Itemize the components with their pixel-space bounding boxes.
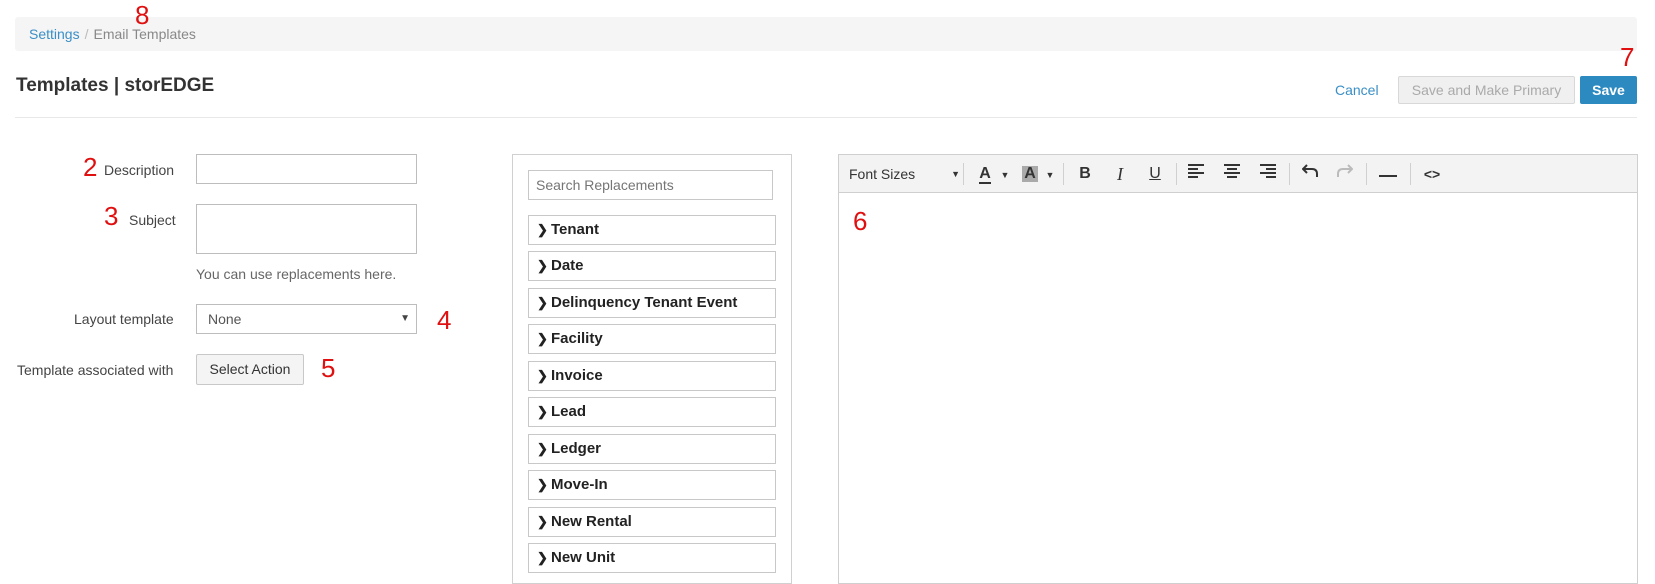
description-input[interactable] [196, 154, 417, 184]
replacement-item-delinquency-tenant-event[interactable]: ❯ Delinquency Tenant Event [528, 288, 776, 318]
bold-icon[interactable]: B [1070, 155, 1100, 193]
replacement-item-label: Facility [551, 330, 603, 347]
select-action-button[interactable]: Select Action [196, 354, 304, 385]
replacement-item-label: Lead [551, 403, 587, 420]
editor-toolbar: Font Sizes ▼ A ▼ A ▼ B I U <> [839, 155, 1637, 193]
replacement-item-ledger[interactable]: ❯ Ledger [528, 434, 776, 464]
undo-icon[interactable] [1295, 155, 1325, 193]
horizontal-rule-icon[interactable] [1372, 155, 1404, 193]
editor-content-area[interactable] [839, 194, 1637, 584]
toolbar-divider [1176, 163, 1177, 185]
align-center-icon[interactable] [1217, 155, 1247, 193]
chevron-right-icon: ❯ [537, 550, 548, 565]
annotation-5: 5 [321, 353, 336, 383]
subject-help-text: You can use replacements here. [196, 266, 397, 282]
save-button[interactable]: Save [1580, 76, 1637, 104]
replacement-item-new-rental[interactable]: ❯ New Rental [528, 507, 776, 537]
toolbar-divider [963, 163, 964, 185]
redo-icon[interactable] [1330, 155, 1360, 193]
chevron-right-icon: ❯ [537, 331, 548, 346]
search-replacements-input[interactable] [528, 170, 773, 200]
font-sizes-dropdown[interactable]: Font Sizes ▼ [849, 155, 964, 193]
annotation-3: 3 [104, 201, 119, 231]
chevron-right-icon: ❯ [537, 514, 548, 529]
replacement-item-new-unit[interactable]: ❯ New Unit [528, 543, 776, 573]
underline-icon[interactable]: U [1140, 155, 1170, 193]
replacement-item-date[interactable]: ❯ Date [528, 251, 776, 281]
rich-text-editor: Font Sizes ▼ A ▼ A ▼ B I U <> [838, 154, 1638, 584]
replacement-item-label: New Unit [551, 549, 616, 566]
chevron-right-icon: ❯ [537, 404, 548, 419]
toolbar-divider [1063, 163, 1064, 185]
align-left-icon[interactable] [1181, 155, 1211, 193]
chevron-right-icon: ❯ [537, 477, 548, 492]
replacement-item-label: Tenant [551, 221, 600, 238]
chevron-down-icon[interactable]: ▼ [1043, 155, 1057, 193]
toolbar-divider [1410, 163, 1411, 185]
cancel-button[interactable]: Cancel [1335, 82, 1379, 98]
replacement-item-label: New Rental [551, 513, 632, 530]
subject-input[interactable] [196, 204, 417, 254]
breadcrumb: Settings / Email Templates [15, 17, 1637, 51]
align-right-icon[interactable] [1253, 155, 1283, 193]
annotation-8: 8 [135, 0, 150, 30]
description-label: Description [104, 162, 175, 178]
subject-label: Subject [129, 212, 176, 228]
replacement-item-move-in[interactable]: ❯ Move-In [528, 470, 776, 500]
annotation-7: 7 [1620, 42, 1635, 72]
replacement-item-label: Delinquency Tenant Event [551, 294, 738, 311]
save-and-make-primary-button[interactable]: Save and Make Primary [1398, 76, 1575, 104]
text-color-icon[interactable]: A [972, 155, 998, 193]
chevron-right-icon: ❯ [537, 258, 548, 273]
chevron-right-icon: ❯ [537, 441, 548, 456]
toolbar-divider [1289, 163, 1290, 185]
chevron-down-icon: ▼ [400, 313, 410, 324]
annotation-6: 6 [853, 206, 868, 236]
chevron-right-icon: ❯ [537, 295, 548, 310]
breadcrumb-settings-link[interactable]: Settings [29, 26, 80, 42]
replacement-item-label: Move-In [551, 476, 608, 493]
replacement-item-label: Date [551, 257, 584, 274]
template-associated-label: Template associated with [17, 362, 174, 378]
breadcrumb-separator: / [84, 26, 89, 42]
toolbar-divider [1366, 163, 1367, 185]
replacement-item-label: Invoice [551, 367, 603, 384]
background-color-icon[interactable]: A [1017, 155, 1043, 193]
italic-icon[interactable]: I [1105, 155, 1135, 193]
chevron-down-icon: ▼ [951, 169, 960, 179]
header-divider [15, 117, 1637, 118]
layout-template-label: Layout template [74, 311, 174, 327]
chevron-down-icon[interactable]: ▼ [998, 155, 1012, 193]
replacement-item-facility[interactable]: ❯ Facility [528, 324, 776, 354]
replacement-item-invoice[interactable]: ❯ Invoice [528, 361, 776, 391]
layout-template-value: None [208, 311, 242, 327]
replacement-item-label: Ledger [551, 440, 602, 457]
annotation-2: 2 [83, 152, 98, 182]
source-code-icon[interactable]: <> [1416, 155, 1448, 193]
replacements-panel: ❯Tenant ❯Date ❯Delinquency Tenant Event … [512, 154, 792, 584]
chevron-right-icon: ❯ [537, 368, 548, 383]
layout-template-select[interactable]: None ▼ [196, 304, 417, 334]
font-sizes-label: Font Sizes [849, 166, 916, 182]
replacement-item-lead[interactable]: ❯ Lead [528, 397, 776, 427]
chevron-right-icon: ❯ [537, 222, 548, 237]
replacement-item-tenant[interactable]: ❯ Tenant [528, 215, 776, 245]
page-title: Templates | storEDGE [16, 75, 215, 96]
annotation-4: 4 [437, 305, 452, 335]
